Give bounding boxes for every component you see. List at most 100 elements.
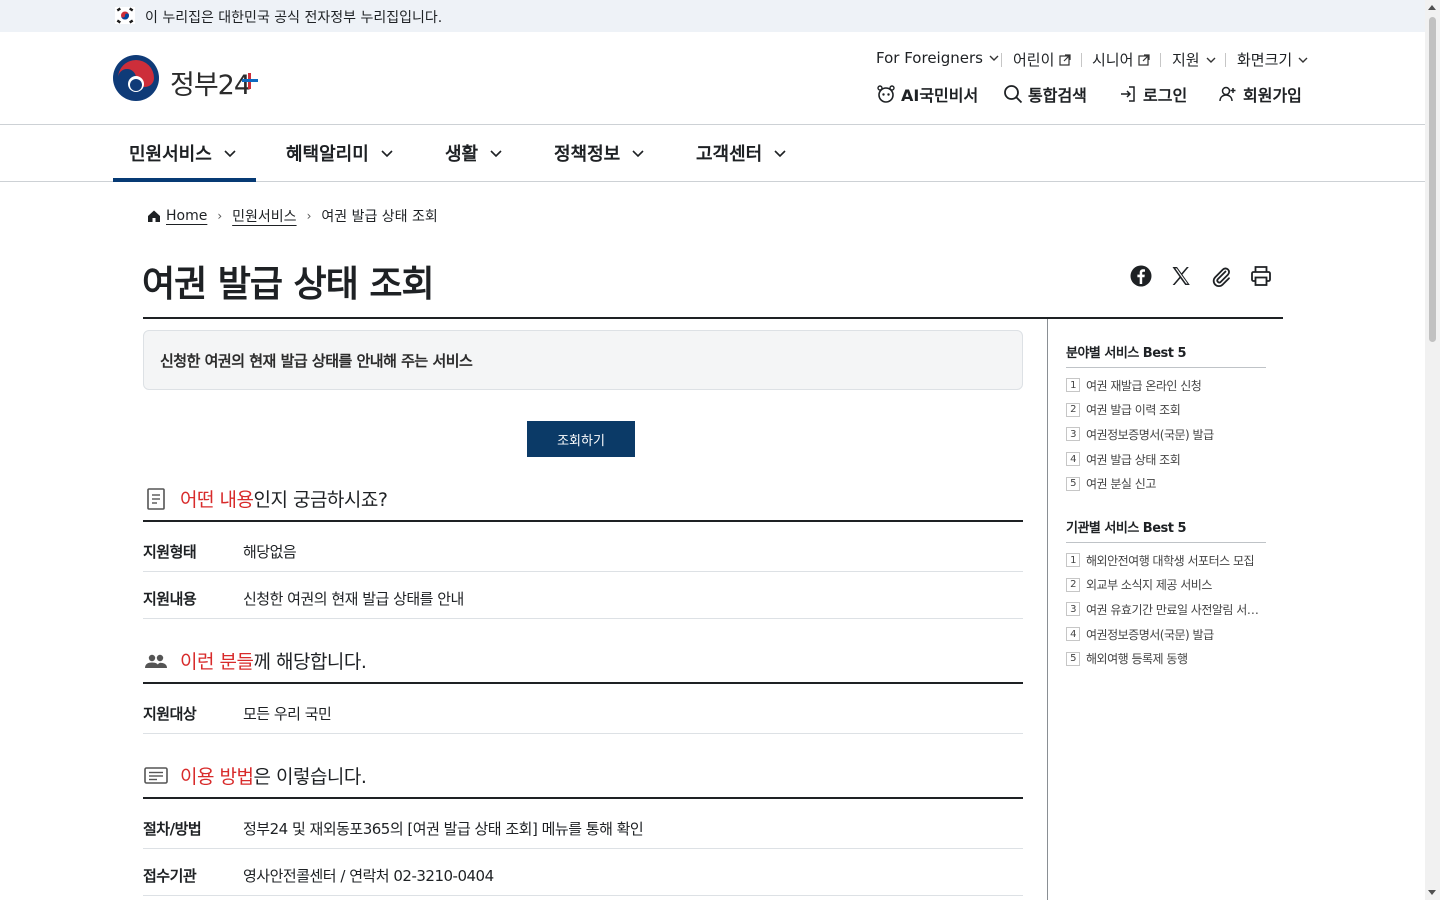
sidebar-list-item[interactable]: 5 해외여행 등록제 동행 — [1066, 646, 1266, 671]
sidebar-list-item[interactable]: 5 여권 분실 신고 — [1066, 471, 1266, 496]
sidebar-list-item[interactable]: 1 여권 재발급 온라인 신청 — [1066, 373, 1266, 398]
gnb-label: 민원서비스 — [129, 144, 212, 165]
scroll-up-arrow-icon[interactable] — [1428, 5, 1436, 10]
page-title: 여권 발급 상태 조회 — [142, 264, 435, 305]
info-row: 지원대상 모든 우리 국민 — [143, 688, 1023, 734]
ai-assistant-label: AI국민비서 — [901, 86, 979, 105]
sidebar-item-label: 여권 유효기간 만료일 사전알림 서비스 — [1086, 602, 1261, 617]
sidebar-item-label: 여권 발급 이력 조회 — [1086, 403, 1181, 418]
util-support[interactable]: 지원 — [1172, 49, 1218, 70]
ai-assistant-button[interactable]: AI국민비서 — [876, 82, 978, 106]
link-icon[interactable] — [1209, 264, 1233, 288]
list-icon — [144, 766, 168, 784]
print-icon[interactable] — [1249, 264, 1273, 288]
util-kids[interactable]: 어린이 — [1013, 49, 1072, 70]
gnb-customer-center[interactable]: 고객센터 — [696, 125, 788, 181]
facebook-icon[interactable] — [1129, 264, 1153, 288]
sidebar-list-item[interactable]: 2 외교부 소식지 제공 서비스 — [1066, 573, 1266, 598]
login-button[interactable]: 로그인 — [1118, 82, 1187, 106]
gov-banner: 이 누리집은 대한민국 공식 전자정부 누리집입니다. — [0, 0, 1425, 32]
sidebar-field-best-list: 1 여권 재발급 온라인 신청 2 여권 발급 이력 조회 3 여권정보증명서(국문)… — [1066, 373, 1266, 496]
sidebar-list-item[interactable]: 2 여권 발급 이력 조회 — [1066, 398, 1266, 423]
sidebar-item-label: 여권 분실 신고 — [1086, 477, 1156, 492]
home-icon — [148, 210, 160, 222]
rank-number: 5 — [1066, 651, 1080, 666]
rank-number: 4 — [1066, 452, 1080, 467]
chevron-down-icon — [632, 150, 644, 158]
section-heading-who: 이런 분들 께 해당합니다. — [143, 647, 367, 674]
gov24-logo[interactable]: 정부24 — [112, 53, 262, 103]
gnb-policy[interactable]: 정책정보 — [554, 125, 646, 181]
info-row-key: 절차/방법 — [143, 820, 202, 838]
info-row-key: 접수기관 — [143, 867, 197, 885]
sidebar-list-item[interactable]: 4 여권정보증명서(국문) 발급 — [1066, 622, 1266, 647]
search-label: 통합검색 — [1028, 86, 1087, 105]
breadcrumb-home[interactable]: Home — [166, 208, 207, 224]
sidebar-item-label: 해외여행 등록제 동행 — [1086, 652, 1188, 667]
util-label: 시니어 — [1092, 51, 1134, 69]
info-row-value: 모든 우리 국민 — [243, 705, 332, 723]
sidebar-item-label: 여권 발급 상태 조회 — [1086, 452, 1181, 467]
sidebar-list-item[interactable]: 3 여권 유효기간 만료일 사전알림 서비스 — [1066, 597, 1266, 622]
gnb-civil-service[interactable]: 민원서비스 — [113, 125, 256, 182]
util-divider — [1081, 53, 1082, 67]
chevron-down-icon — [1298, 57, 1308, 63]
signup-button[interactable]: 회원가입 — [1218, 82, 1302, 106]
info-row: 절차/방법 정부24 및 재외동포365의 [여권 발급 상태 조회] 메뉴를 … — [143, 803, 1023, 849]
people-icon — [145, 654, 167, 668]
section-heading-rest: 은 이렇습니다. — [253, 766, 367, 788]
page-scrollbar[interactable] — [1425, 0, 1440, 900]
util-label: 어린이 — [1013, 51, 1055, 69]
gnb-label: 고객센터 — [696, 144, 763, 165]
sidebar-list-item[interactable]: 4 여권 발급 상태 조회 — [1066, 447, 1266, 472]
section-divider — [143, 520, 1023, 522]
section-heading-rest: 께 해당합니다. — [253, 651, 367, 673]
info-row-value: 해당없음 — [243, 543, 297, 561]
rank-number: 5 — [1066, 476, 1080, 491]
rank-number: 2 — [1066, 577, 1080, 592]
util-senior[interactable]: 시니어 — [1092, 49, 1151, 70]
scroll-down-arrow-icon[interactable] — [1428, 890, 1436, 895]
login-icon — [1121, 86, 1135, 102]
util-label: For Foreigners — [876, 49, 983, 67]
sidebar-list-item[interactable]: 1 해외안전여행 대학생 서포터스 모집 — [1066, 548, 1266, 573]
search-icon — [1004, 85, 1023, 104]
chevron-down-icon — [1206, 57, 1216, 63]
scrollbar-thumb[interactable] — [1429, 17, 1436, 342]
search-button[interactable]: 통합검색 — [1003, 82, 1087, 106]
chevron-down-icon — [224, 150, 236, 158]
util-for-foreigners[interactable]: For Foreigners — [876, 49, 1001, 67]
gnb-label: 혜택알리미 — [286, 144, 369, 165]
x-icon[interactable] — [1169, 264, 1193, 288]
section-heading-highlight: 이용 방법 — [180, 766, 254, 788]
sidebar-item-label: 여권정보증명서(국문) 발급 — [1086, 627, 1214, 642]
info-row: 접수기관 영사안전콜센터 / 연락처 02-3210-0404 — [143, 850, 1023, 896]
rank-number: 4 — [1066, 627, 1080, 642]
ai-assistant-icon — [877, 85, 895, 103]
service-summary-box: 신청한 여권의 현재 발급 상태를 안내해 주는 서비스 — [143, 330, 1023, 390]
breadcrumb-level1[interactable]: 민원서비스 — [232, 206, 296, 226]
rank-number: 3 — [1066, 427, 1080, 442]
util-screen-size[interactable]: 화면크기 — [1237, 49, 1310, 70]
sidebar-divider — [1066, 367, 1266, 368]
sidebar-item-label: 여권정보증명서(국문) 발급 — [1086, 427, 1214, 442]
info-row-key: 지원내용 — [143, 590, 197, 608]
util-label: 지원 — [1172, 51, 1200, 69]
main-navigation: 민원서비스 혜택알리미 생활 정책정보 고객센터 — [0, 125, 1425, 182]
rank-number: 1 — [1066, 553, 1080, 568]
title-divider — [143, 317, 1283, 319]
util-divider — [1001, 53, 1002, 67]
site-header: 정부24 For Foreigners 어린이 시니어 지원 화면크기 AI국민… — [0, 32, 1425, 125]
info-row: 지원형태 해당없음 — [143, 526, 1023, 572]
gnb-benefits[interactable]: 혜택알리미 — [286, 125, 395, 181]
breadcrumb: Home › 민원서비스 › 여권 발급 상태 조회 — [147, 206, 438, 226]
sidebar-item-label: 여권 재발급 온라인 신청 — [1086, 378, 1202, 393]
info-row: 지원내용 신청한 여권의 현재 발급 상태를 안내 — [143, 573, 1023, 619]
gnb-life[interactable]: 생활 — [445, 125, 504, 181]
chevron-down-icon — [989, 55, 999, 61]
query-button[interactable]: 조회하기 — [527, 421, 635, 457]
chevron-down-icon — [381, 150, 393, 158]
sidebar-list-item[interactable]: 3 여권정보증명서(국문) 발급 — [1066, 422, 1266, 447]
info-row-key: 지원형태 — [143, 543, 197, 561]
sidebar-field-best-title: 분야별 서비스 Best 5 — [1066, 346, 1187, 361]
